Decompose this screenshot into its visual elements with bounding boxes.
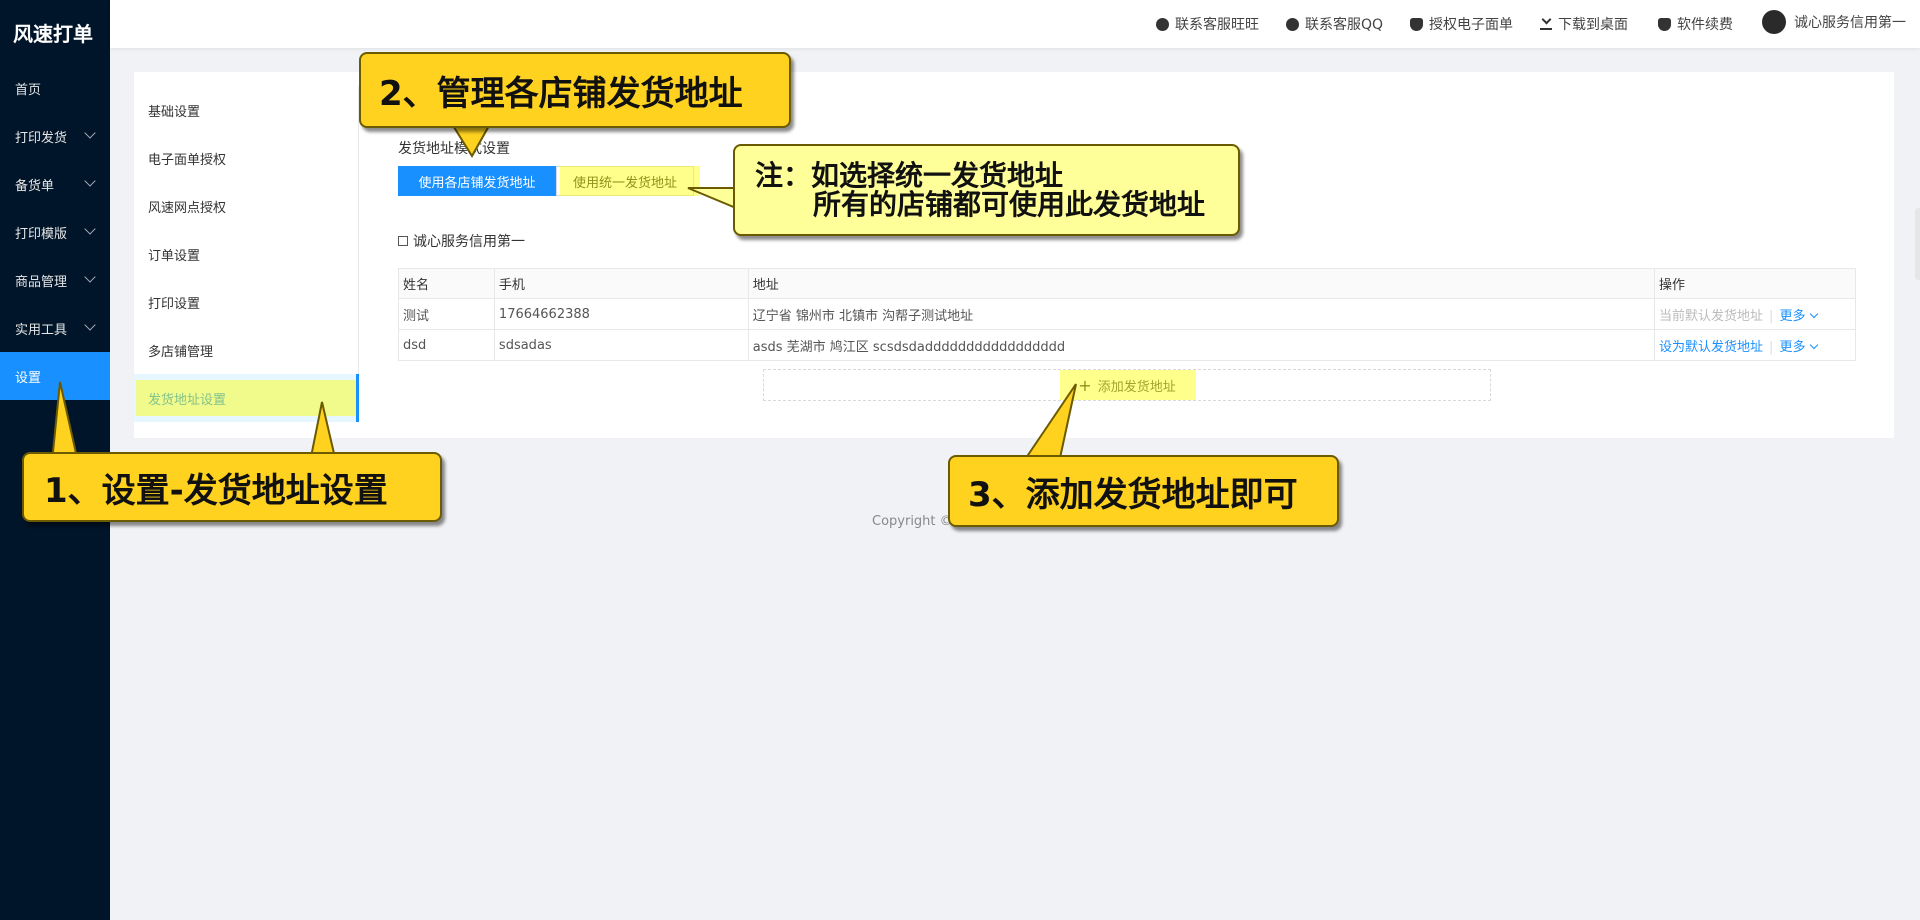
table-row: 测试 17664662388 辽宁省 锦州市 北镇市 沟帮子测试地址 当前默认发… — [398, 298, 1856, 330]
note-line-2: 所有的店铺都可使用此发货地址 — [813, 188, 1206, 221]
cell-name: 测试 — [398, 298, 495, 330]
chevron-down-icon — [84, 271, 96, 283]
current-default-label: 当前默认发货地址 — [1659, 308, 1764, 324]
sidebar-item-label: 设置 — [15, 370, 42, 386]
action-divider: | — [1769, 339, 1774, 355]
shop-icon — [398, 236, 408, 246]
sidebar-item-label: 打印模版 — [15, 226, 68, 242]
action-divider: | — [1769, 308, 1774, 324]
sidebar-item-print-ship[interactable]: 打印发货 — [0, 112, 110, 160]
set-default-address-link[interactable]: 设为默认发货地址 — [1659, 340, 1763, 355]
sidebar-item-stock[interactable]: 备货单 — [0, 160, 110, 208]
more-dropdown[interactable]: 更多 — [1779, 308, 1819, 324]
cell-phone: sdsadas — [493, 329, 749, 361]
more-label: 更多 — [1779, 308, 1806, 324]
cell-address: 辽宁省 锦州市 北镇市 沟帮子测试地址 — [747, 298, 1656, 330]
callout-step1: 1、设置-发货地址设置 — [22, 452, 442, 522]
link-label: 下载到桌面 — [1558, 17, 1628, 33]
chevron-down-icon — [1810, 340, 1819, 349]
highlight-add-button — [1060, 370, 1196, 400]
chevron-down-icon — [1810, 309, 1819, 318]
sidebar-item-settings[interactable]: 设置 — [0, 352, 110, 400]
callout-note: 注：如选择统一发货地址 所有的店铺都可使用此发货地址 — [733, 144, 1240, 236]
avatar — [1762, 10, 1786, 34]
qq-icon — [1286, 17, 1299, 31]
link-label: 授权电子面单 — [1429, 17, 1513, 33]
more-label: 更多 — [1779, 339, 1806, 355]
settings-nav-multi-shop[interactable]: 多店铺管理 — [134, 326, 358, 374]
address-table: 姓名 手机 地址 操作 测试 17664662388 辽宁省 锦州市 北镇市 沟… — [398, 268, 1856, 361]
download-desktop-link[interactable]: 下载到桌面 — [1540, 14, 1628, 34]
user-menu[interactable]: 诚心服务信用第一 — [1762, 10, 1906, 34]
link-label: 软件续费 — [1677, 17, 1733, 33]
more-dropdown[interactable]: 更多 — [1779, 339, 1819, 355]
note-line-1: 注：如选择统一发货地址 — [755, 158, 1064, 192]
sidebar-item-print-template[interactable]: 打印模版 — [0, 208, 110, 256]
renew-software-link[interactable]: 软件续费 — [1658, 14, 1733, 34]
contact-qq-link[interactable]: 联系客服QQ — [1286, 14, 1383, 34]
link-label: 联系客服旺旺 — [1175, 17, 1259, 33]
highlight-unified-button — [560, 166, 700, 196]
shop-heading: 诚心服务信用第一 — [398, 231, 525, 251]
app-logo: 风速打单 — [13, 21, 93, 46]
callout-step2: 2、管理各店铺发货地址 — [359, 52, 791, 128]
cell-address: asds 芜湖市 鸠江区 scsdsdaddddddddddddddddd — [747, 329, 1656, 361]
sidebar-item-label: 商品管理 — [15, 274, 68, 290]
column-header-name: 姓名 — [398, 268, 495, 299]
chevron-down-icon — [84, 223, 96, 235]
callout-step3: 3、添加发货地址即可 — [948, 455, 1339, 527]
copyright-text: Copyright © — [872, 514, 953, 529]
cell-name: dsd — [398, 329, 495, 361]
sidebar-item-products[interactable]: 商品管理 — [0, 256, 110, 304]
cell-actions: 当前默认发货地址 | 更多 — [1654, 298, 1856, 330]
settings-nav-order[interactable]: 订单设置 — [134, 230, 358, 278]
settings-nav-waybill-auth[interactable]: 电子面单授权 — [134, 134, 358, 182]
highlight-nav-shipping — [136, 380, 356, 416]
authorize-waybill-link[interactable]: 授权电子面单 — [1410, 14, 1513, 34]
link-label: 联系客服QQ — [1305, 17, 1384, 33]
wangwang-icon — [1156, 17, 1169, 31]
sidebar-item-label: 打印发货 — [15, 130, 68, 146]
column-header-phone: 手机 — [493, 268, 749, 299]
sidebar-item-label: 首页 — [15, 82, 42, 98]
top-bar: 联系客服旺旺 联系客服QQ 授权电子面单 下载到桌面 软件续费 诚心服务信用第一 — [110, 0, 1920, 48]
settings-nav-basic[interactable]: 基础设置 — [134, 86, 358, 134]
shield-check-icon — [1410, 17, 1423, 31]
shield-icon — [1658, 17, 1671, 31]
chevron-down-icon — [84, 319, 96, 331]
shop-name: 诚心服务信用第一 — [413, 234, 525, 250]
sidebar-item-home[interactable]: 首页 — [0, 64, 110, 112]
table-row: dsd sdsadas asds 芜湖市 鸠江区 scsdsdadddddddd… — [398, 329, 1856, 361]
contact-wangwang-link[interactable]: 联系客服旺旺 — [1156, 14, 1259, 34]
address-mode-title: 发货地址模式设置 — [398, 141, 510, 157]
sidebar-item-label: 实用工具 — [15, 322, 68, 338]
download-icon — [1540, 19, 1552, 30]
sidebar-item-label: 备货单 — [15, 178, 55, 194]
settings-nav-outlet-auth[interactable]: 风速网点授权 — [134, 182, 358, 230]
cell-phone: 17664662388 — [493, 298, 749, 330]
sidebar-item-tools[interactable]: 实用工具 — [0, 304, 110, 352]
settings-nav: 基础设置 电子面单授权 风速网点授权 订单设置 打印设置 多店铺管理 发货地址设… — [134, 86, 359, 422]
chevron-down-icon — [84, 127, 96, 139]
user-name: 诚心服务信用第一 — [1794, 15, 1906, 31]
cell-actions: 设为默认发货地址 | 更多 — [1654, 329, 1856, 361]
column-header-address: 地址 — [747, 268, 1656, 299]
column-header-action: 操作 — [1654, 268, 1856, 299]
side-feedback-tab[interactable] — [1915, 208, 1920, 280]
use-shop-address-button[interactable]: 使用各店铺发货地址 — [398, 166, 556, 196]
table-header-row: 姓名 手机 地址 操作 — [398, 268, 1856, 299]
chevron-down-icon — [84, 175, 96, 187]
settings-nav-print[interactable]: 打印设置 — [134, 278, 358, 326]
